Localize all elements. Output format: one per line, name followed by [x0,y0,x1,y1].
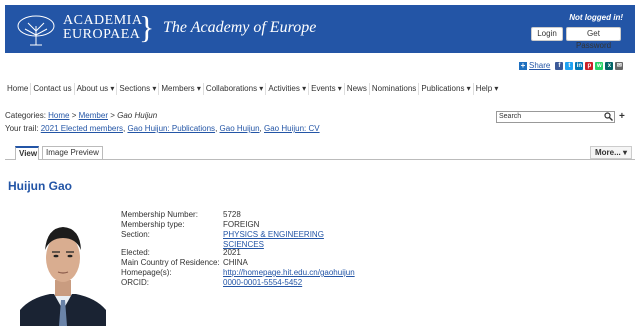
nav-events[interactable]: Events ▾ [309,83,345,95]
email-icon[interactable]: ✉ [615,61,624,70]
section-link[interactable]: PHYSICS & ENGINEERING [223,230,324,240]
nav-sections[interactable]: Sections ▾ [117,83,160,95]
homepage-link[interactable]: http://homepage.hit.edu.cn/gaohuijun [223,268,355,278]
membership-number-value: 5728 [223,210,241,219]
nav-contact-us[interactable]: Contact us [31,83,75,95]
pinterest-icon[interactable]: p [585,61,594,70]
membership-type-label: Membership type: [121,220,185,229]
trail-link[interactable]: Gao Huijun [220,124,260,133]
country-value: CHINA [223,258,248,267]
nav-publications[interactable]: Publications ▾ [419,83,474,95]
nav-news[interactable]: News [345,83,370,95]
login-status: Not logged in! [569,13,623,22]
trail-prefix: Your trail: [5,124,39,133]
breadcrumb-separator: > [71,111,77,120]
breadcrumb-separator: > [110,111,115,120]
membership-type-value: FOREIGN [223,220,260,229]
nav-collaborations[interactable]: Collaborations ▾ [204,83,267,95]
twitter-icon[interactable]: t [565,61,574,70]
facebook-icon[interactable]: f [555,61,564,70]
breadcrumb-prefix: Categories: [5,111,46,120]
orcid-label: ORCID: [121,278,149,287]
nav-help[interactable]: Help ▾ [474,83,501,95]
nav-about-us[interactable]: About us ▾ [75,83,118,95]
breadcrumb-member-link[interactable]: Member [79,111,108,120]
membership-number-label: Membership Number: [121,210,198,219]
search-input[interactable]: Search [496,111,615,123]
elected-value: 2021 [223,248,241,257]
orcid-link[interactable]: 0000-0001-5554-5452 [223,278,302,288]
trail-link[interactable]: 2021 Elected members [41,124,123,133]
elected-label: Elected: [121,248,150,257]
member-portrait-photo [20,210,106,326]
trail-link[interactable]: Gao Huijun: CV [264,124,320,133]
share-link[interactable]: Share [529,61,550,70]
nav-members[interactable]: Members ▾ [159,83,204,95]
search-icon[interactable] [604,112,613,121]
tab-image-preview[interactable]: Image Preview [42,146,103,159]
add-button[interactable]: + [619,111,625,123]
tab-view[interactable]: View [15,146,39,160]
trail-link[interactable]: Gao Huijun: Publications [127,124,215,133]
logo-brace: } [139,9,155,45]
site-title: The Academy of Europe [163,19,317,36]
whatsapp-icon[interactable]: w [595,61,604,70]
tab-divider [5,159,635,160]
more-dropdown-button[interactable]: More... ▾ [590,146,632,159]
country-label: Main Country of Residence: [121,258,220,267]
section-label: Section: [121,230,150,239]
user-trail: Your trail: 2021 Elected members, Gao Hu… [5,124,320,133]
breadcrumb: Categories: Home > Member > Gao Huijun [5,111,157,120]
page-title: Huijun Gao [8,179,72,193]
breadcrumb-home-link[interactable]: Home [48,111,69,120]
site-header: ACADEMIA EUROPAEA } The Academy of Europ… [5,5,635,53]
linkedin-icon[interactable]: in [575,61,584,70]
breadcrumb-current: Gao Huijun [117,111,158,120]
logo-line-1: ACADEMIA [63,13,143,28]
nav-activities[interactable]: Activities ▾ [266,83,310,95]
login-button[interactable]: Login [531,27,563,41]
get-password-button[interactable]: Get Password [566,27,621,50]
share-plus-icon[interactable]: + [519,61,527,70]
nav-nominations[interactable]: Nominations [370,83,420,95]
tree-logo-icon [17,15,55,46]
logo-text: ACADEMIA EUROPAEA [63,14,142,42]
share-bar: + Share f t in p w x ✉ [519,61,624,70]
homepage-label: Homepage(s): [121,268,172,277]
logo-line-2: EUROPAEA [63,27,141,42]
section-value: PHYSICS & ENGINEERING SCIENCES [223,230,324,250]
xing-icon[interactable]: x [605,61,614,70]
nav-home[interactable]: Home [5,83,32,95]
main-nav: Home Contact us About us ▾ Sections ▾ Me… [5,83,500,95]
